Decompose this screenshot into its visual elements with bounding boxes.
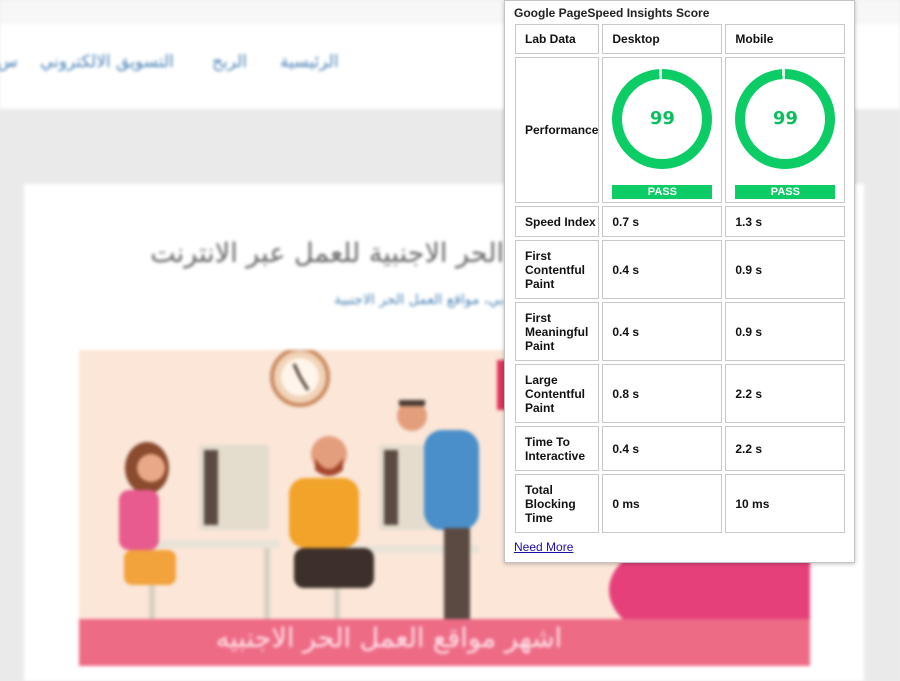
performance-row: Performance 99 PASS 99 PASS bbox=[515, 57, 846, 203]
metric-mobile-value: 1.3 s bbox=[725, 206, 846, 237]
header-mobile: Mobile bbox=[725, 24, 846, 54]
metric-row-fcp: First Contentful Paint 0.4 s 0.9 s bbox=[515, 240, 846, 299]
metric-row-tti: Time To Interactive 0.4 s 2.2 s bbox=[515, 426, 846, 471]
post-title[interactable]: الحر الاجنبية للعمل عبر الانترنت bbox=[134, 238, 504, 269]
metric-label: Total Blocking Time bbox=[515, 474, 600, 533]
metric-desktop-value: 0.8 s bbox=[602, 364, 723, 423]
metric-mobile-value: 2.2 s bbox=[725, 364, 846, 423]
metric-row-fmp: First Meaningful Paint 0.4 s 0.9 s bbox=[515, 302, 846, 361]
metric-mobile-value: 10 ms bbox=[725, 474, 846, 533]
nav-profit[interactable]: الربح bbox=[212, 52, 247, 72]
pagespeed-panel: Google PageSpeed Insights Score Lab Data… bbox=[504, 0, 855, 563]
metric-desktop-value: 0.4 s bbox=[602, 240, 723, 299]
metric-desktop-value: 0.4 s bbox=[602, 426, 723, 471]
table-header-row: Lab Data Desktop Mobile bbox=[515, 24, 846, 54]
header-desktop: Desktop bbox=[602, 24, 723, 54]
metric-row-lcp: Large Contentful Paint 0.8 s 2.2 s bbox=[515, 364, 846, 423]
hero-banner: اشهر مواقع العمل الحر الاجنبيه bbox=[79, 619, 810, 666]
panel-title: Google PageSpeed Insights Score bbox=[514, 6, 710, 20]
metric-mobile-value: 0.9 s bbox=[725, 302, 846, 361]
nav-home[interactable]: الرئيسية bbox=[280, 52, 339, 72]
hero-banner-text: اشهر مواقع العمل الحر الاجنبيه bbox=[215, 623, 563, 654]
metric-label: Time To Interactive bbox=[515, 426, 600, 471]
mobile-performance-cell: 99 PASS bbox=[725, 57, 846, 203]
metric-label: Speed Index bbox=[515, 206, 600, 237]
metric-row-speed-index: Speed Index 0.7 s 1.3 s bbox=[515, 206, 846, 237]
metric-desktop-value: 0.7 s bbox=[602, 206, 723, 237]
desktop-score: 99 bbox=[649, 108, 675, 129]
need-more-link[interactable]: Need More bbox=[514, 540, 573, 554]
metric-mobile-value: 0.9 s bbox=[725, 240, 846, 299]
metric-mobile-value: 2.2 s bbox=[725, 426, 846, 471]
mobile-score: 99 bbox=[772, 108, 798, 129]
metric-label: First Contentful Paint bbox=[515, 240, 600, 299]
pagespeed-table: Lab Data Desktop Mobile Performance 99 P… bbox=[512, 21, 848, 536]
desktop-performance-cell: 99 PASS bbox=[602, 57, 723, 203]
performance-label: Performance bbox=[515, 57, 600, 203]
desktop-pass-badge: PASS bbox=[612, 185, 713, 199]
nav-more[interactable]: س bbox=[0, 52, 18, 72]
nav-e-marketing[interactable]: التسويق الالكتروني bbox=[40, 52, 174, 72]
metric-row-tbt: Total Blocking Time 0 ms 10 ms bbox=[515, 474, 846, 533]
metric-desktop-value: 0.4 s bbox=[602, 302, 723, 361]
header-lab-data: Lab Data bbox=[515, 24, 600, 54]
metric-label: Large Contentful Paint bbox=[515, 364, 600, 423]
post-categories[interactable]: بي، مواقع العمل الحر الاجنبية bbox=[292, 292, 504, 308]
mobile-pass-badge: PASS bbox=[735, 185, 836, 199]
metric-label: First Meaningful Paint bbox=[515, 302, 600, 361]
metric-desktop-value: 0 ms bbox=[602, 474, 723, 533]
